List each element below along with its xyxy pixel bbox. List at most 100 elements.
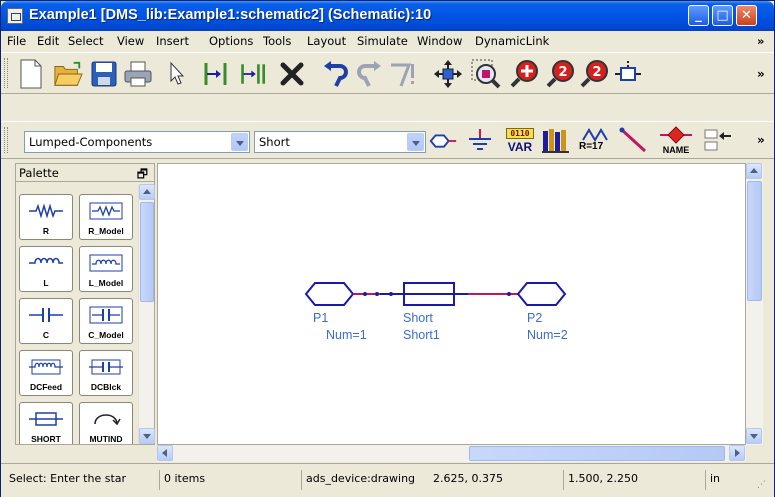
palette-item-c-model[interactable]: C_Model bbox=[79, 298, 133, 344]
zoom-in-icon[interactable] bbox=[509, 59, 539, 89]
port1-num[interactable]: Num=1 bbox=[326, 328, 367, 342]
move-icon[interactable] bbox=[433, 59, 463, 89]
canvas-vscroll-thumb[interactable] bbox=[747, 181, 762, 301]
pointer-icon[interactable] bbox=[162, 59, 192, 89]
scroll-left-button[interactable] bbox=[157, 445, 173, 461]
library-books-icon[interactable] bbox=[541, 126, 571, 156]
resize-grip-icon[interactable]: ⋰ bbox=[757, 480, 766, 490]
insert-wire-icon[interactable] bbox=[201, 59, 231, 89]
palette-scroll-thumb[interactable] bbox=[140, 202, 154, 302]
port1-name[interactable]: P1 bbox=[313, 311, 328, 325]
rotate-icon[interactable] bbox=[387, 59, 417, 89]
status-units: in bbox=[705, 470, 753, 490]
library-select-value: Lumped-Components bbox=[29, 135, 153, 149]
menu-options[interactable]: Options bbox=[209, 34, 253, 48]
palette-item-label: SHORT bbox=[31, 434, 61, 444]
menu-simulate[interactable]: Simulate bbox=[357, 34, 408, 48]
scroll-right-button[interactable] bbox=[729, 445, 745, 461]
menu-view[interactable]: View bbox=[117, 34, 144, 48]
ground-icon[interactable] bbox=[465, 126, 495, 156]
component-select[interactable]: Short bbox=[254, 131, 426, 153]
zoom-minus2-icon[interactable]: 2 bbox=[579, 59, 609, 89]
palette-item-label: C bbox=[42, 330, 50, 340]
close-button[interactable]: ✕ bbox=[736, 5, 757, 26]
save-icon[interactable] bbox=[89, 59, 119, 89]
library-select[interactable]: Lumped-Components bbox=[24, 131, 250, 153]
pin-dot bbox=[389, 292, 393, 296]
pin-dot bbox=[507, 292, 511, 296]
menu-insert[interactable]: Insert bbox=[156, 34, 189, 48]
menu-layout[interactable]: Layout bbox=[307, 34, 346, 48]
undo-icon[interactable] bbox=[321, 59, 351, 89]
scroll-up-button[interactable] bbox=[139, 184, 155, 200]
port2-num[interactable]: Num=2 bbox=[527, 328, 568, 342]
zoom-plus2-icon[interactable]: 2 bbox=[545, 59, 575, 89]
toolbar-grip[interactable] bbox=[4, 127, 8, 153]
palette-item-r[interactable]: R bbox=[19, 194, 73, 240]
minimize-button[interactable]: _ bbox=[688, 5, 709, 26]
parameter-sweep-icon[interactable]: R=17 bbox=[579, 126, 615, 156]
palette-item-short[interactable]: SHORT bbox=[19, 402, 73, 444]
canvas-horizontal-scrollbar[interactable] bbox=[157, 445, 746, 462]
scroll-down-button[interactable] bbox=[139, 428, 155, 444]
maximize-button[interactable]: □ bbox=[712, 5, 733, 26]
toolbar2-overflow[interactable]: » bbox=[757, 133, 765, 147]
menu-dynamiclink[interactable]: DynamicLink bbox=[475, 34, 549, 48]
palette-item-mutind[interactable]: MUTIND bbox=[79, 402, 133, 444]
scroll-down-button[interactable] bbox=[746, 428, 762, 444]
menu-bar: File Edit Select View Insert Options Too… bbox=[1, 31, 774, 51]
scroll-up-button[interactable] bbox=[746, 163, 762, 179]
chevron-down-icon[interactable] bbox=[407, 133, 424, 151]
delete-icon[interactable] bbox=[277, 59, 307, 89]
inductor-icon bbox=[29, 257, 63, 264]
zoom-area-icon[interactable] bbox=[471, 59, 501, 89]
print-icon[interactable] bbox=[123, 59, 153, 89]
palette-item-dcfeed[interactable]: DCFeed bbox=[19, 350, 73, 396]
window-title: Example1 [DMS_lib:Example1:schematic2] (… bbox=[29, 7, 432, 23]
name-label-icon[interactable]: NAME bbox=[659, 125, 693, 157]
redo-icon[interactable] bbox=[354, 59, 384, 89]
schematic-canvas[interactable]: P1 Num=1 Short Short1 P2 Num=2 bbox=[157, 163, 746, 445]
wire-diagonal-icon[interactable] bbox=[619, 126, 649, 156]
menu-select[interactable]: Select bbox=[68, 34, 103, 48]
short-type[interactable]: Short bbox=[403, 311, 433, 325]
menu-tools[interactable]: Tools bbox=[263, 34, 291, 48]
palette-scrollbar[interactable] bbox=[138, 184, 155, 444]
app-icon[interactable] bbox=[7, 8, 23, 24]
short-instance-name[interactable]: Short1 bbox=[403, 328, 440, 342]
palette-item-l[interactable]: L bbox=[19, 246, 73, 292]
new-icon[interactable] bbox=[16, 59, 46, 89]
open-icon[interactable] bbox=[53, 59, 83, 89]
capacitor-model-icon bbox=[89, 306, 123, 324]
status-message: Select: Enter the star bbox=[9, 472, 127, 485]
palette-item-label: L bbox=[43, 278, 49, 288]
canvas-vertical-scrollbar[interactable] bbox=[746, 163, 763, 445]
insert-pin-icon[interactable] bbox=[239, 59, 269, 89]
pin-dot bbox=[363, 292, 367, 296]
port-pin-icon[interactable] bbox=[428, 126, 458, 156]
port2-name[interactable]: P2 bbox=[527, 311, 542, 325]
toolbar-grip[interactable] bbox=[4, 58, 8, 88]
pin-icon[interactable]: 🗗 bbox=[137, 165, 148, 186]
capacitor-icon bbox=[29, 308, 63, 322]
palette-item-label: R bbox=[42, 226, 50, 236]
chevron-down-icon[interactable] bbox=[231, 133, 248, 151]
push-into-hierarchy-icon[interactable] bbox=[703, 126, 733, 156]
schematic-window: Example1 [DMS_lib:Example1:schematic2] (… bbox=[0, 0, 775, 497]
r17-label: R=17 bbox=[579, 141, 604, 152]
menu-file[interactable]: File bbox=[7, 34, 26, 48]
palette-item-r-model[interactable]: R_Model bbox=[79, 194, 133, 240]
menu-window[interactable]: Window bbox=[417, 34, 462, 48]
palette-item-dcblock[interactable]: DCBlck bbox=[79, 350, 133, 396]
port-icon[interactable] bbox=[613, 59, 643, 89]
menu-overflow[interactable]: » bbox=[757, 34, 764, 48]
toolbar1-overflow[interactable]: » bbox=[757, 67, 765, 81]
palette-item-c[interactable]: C bbox=[19, 298, 73, 344]
var-icon[interactable]: 0110 VAR bbox=[505, 128, 535, 154]
canvas-hscroll-thumb[interactable] bbox=[469, 446, 725, 461]
schematic-drawing bbox=[304, 282, 567, 306]
title-bar[interactable]: Example1 [DMS_lib:Example1:schematic2] (… bbox=[1, 1, 774, 31]
menu-edit[interactable]: Edit bbox=[37, 34, 59, 48]
palette-item-l-model[interactable]: L_Model bbox=[79, 246, 133, 292]
scrollbar-corner bbox=[746, 445, 763, 462]
